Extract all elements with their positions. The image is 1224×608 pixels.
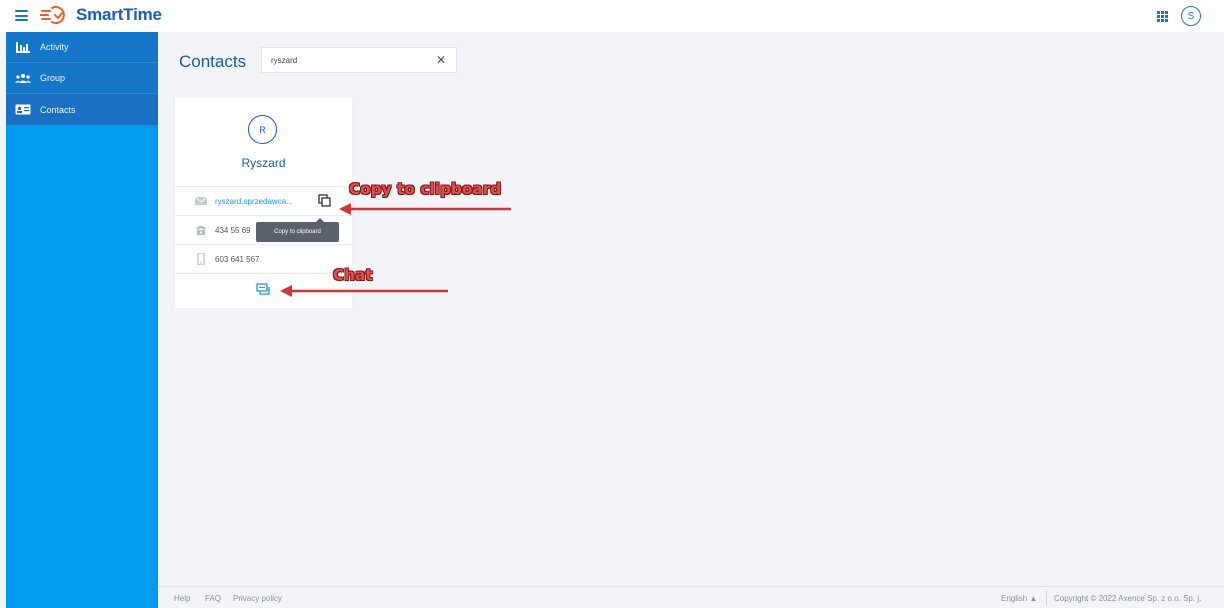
footer: Help FAQ Privacy policy English ▲ Copyri…	[158, 586, 1224, 608]
copy-tooltip: Copy to clipboard	[256, 218, 339, 242]
sidebar-item-label: Group	[40, 73, 66, 83]
apps-grid-icon[interactable]	[1157, 11, 1168, 22]
clear-search-icon[interactable]: ✕	[436, 53, 446, 67]
page-title: Contacts	[179, 52, 247, 71]
contact-phone: 434 55 69	[215, 226, 251, 235]
smarttime-logo-icon	[40, 6, 65, 24]
sidebar-item-group[interactable]: Group	[6, 63, 158, 94]
phone-icon	[196, 226, 206, 235]
contact-card: R Ryszard ryszard.sprzedawca... 434 55 6…	[175, 98, 352, 308]
footer-faq-link[interactable]: FAQ	[205, 594, 221, 603]
footer-help-link[interactable]: Help	[174, 594, 190, 603]
contact-card-icon	[14, 104, 32, 116]
sidebar: Activity Group Contacts	[6, 32, 158, 608]
sidebar-item-contacts[interactable]: Contacts	[6, 94, 158, 125]
caret-up-icon: ▲	[1029, 594, 1038, 603]
annotation-copy-label: Copy to clipboard	[349, 180, 502, 198]
top-bar: SmartTime S	[0, 0, 1224, 32]
annotation-chat-arrow	[280, 285, 448, 297]
footer-divider	[1046, 591, 1047, 605]
sidebar-item-label: Activity	[40, 42, 69, 52]
mobile-phone-icon	[197, 253, 205, 265]
hamburger-menu-icon[interactable]	[15, 10, 28, 21]
sidebar-item-label: Contacts	[40, 104, 76, 115]
annotation-chat-label: Chat	[333, 266, 373, 284]
mobile-row: 603 641 567	[175, 244, 352, 273]
mail-icon	[195, 196, 207, 205]
language-label: English	[1001, 594, 1028, 603]
sidebar-item-activity[interactable]: Activity	[6, 32, 158, 63]
user-avatar[interactable]: S	[1181, 6, 1201, 26]
contact-mobile: 603 641 567	[215, 255, 260, 264]
contact-avatar: R	[248, 115, 277, 144]
annotation-copy-arrow	[339, 203, 511, 215]
copyright-text: Copyright © 2022 Axence Sp. z o.o. Sp. j…	[1054, 594, 1202, 603]
footer-privacy-link[interactable]: Privacy policy	[233, 594, 282, 603]
group-icon	[14, 72, 32, 84]
search-box: ✕	[261, 47, 457, 73]
language-selector[interactable]: English ▲	[1001, 594, 1037, 603]
chat-icon[interactable]	[256, 283, 270, 295]
bar-chart-icon	[14, 41, 32, 53]
email-row: ryszard.sprzedawca...	[175, 186, 352, 215]
contact-name: Ryszard	[241, 156, 286, 170]
copy-icon[interactable]	[318, 194, 331, 207]
app-title: SmartTime	[76, 5, 162, 24]
search-input[interactable]	[271, 55, 431, 65]
contact-email[interactable]: ryszard.sprzedawca...	[215, 197, 293, 206]
